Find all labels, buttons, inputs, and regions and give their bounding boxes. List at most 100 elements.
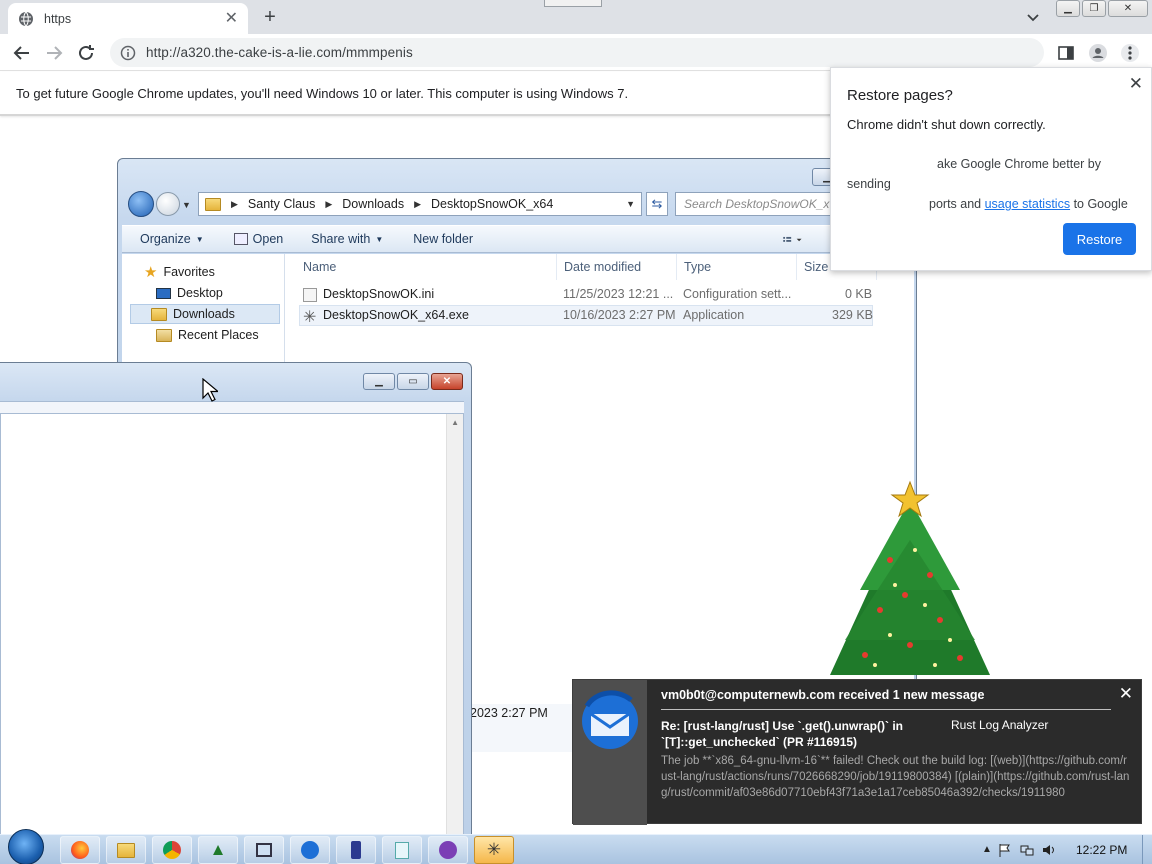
firefox-icon <box>71 841 89 859</box>
show-desktop-button[interactable] <box>1142 835 1152 864</box>
maximize-button[interactable]: ▭ <box>397 373 429 390</box>
restore-pages-dialog: ✕ Restore pages? Chrome didn't shut down… <box>830 67 1152 271</box>
share-with-label: Share with <box>311 232 371 246</box>
taskbar-bottle-app[interactable] <box>336 836 376 864</box>
breadcrumb-item[interactable]: DesktopSnowOK_x64 <box>431 197 553 211</box>
breadcrumb[interactable]: ▶ Santy Claus ▶ Downloads ▶ DesktopSnowO… <box>198 192 642 216</box>
breadcrumb-item[interactable]: Santy Claus <box>248 197 315 211</box>
nav-downloads[interactable]: Downloads <box>130 304 280 324</box>
close-window-button[interactable]: ✕ <box>1108 0 1148 17</box>
nav-label: Downloads <box>173 307 235 321</box>
restore-button[interactable]: ❐ <box>1082 0 1106 17</box>
back-icon[interactable] <box>11 42 33 64</box>
new-folder-button[interactable]: New folder <box>413 232 473 246</box>
address-bar[interactable]: http://a320.the-cake-is-a-lie.com/mmmpen… <box>110 38 1044 67</box>
close-icon[interactable]: ✕ <box>1129 74 1143 94</box>
nav-recent-places[interactable]: Recent Places <box>150 325 265 345</box>
restore-button[interactable]: Restore <box>1063 223 1136 255</box>
action-center-flag-icon[interactable] <box>998 843 1012 857</box>
side-panel-icon[interactable] <box>1056 43 1076 63</box>
nav-label: Recent Places <box>178 328 259 342</box>
minimize-button[interactable]: ▁ <box>1056 0 1080 17</box>
column-label: Date modified <box>564 260 642 274</box>
browser-tab[interactable]: https ✕ <box>8 3 248 34</box>
minimize-button[interactable]: ▁ <box>363 373 395 390</box>
file-date: 11/25/2023 12:21 ... <box>563 287 674 301</box>
vertical-scrollbar[interactable]: ▲ <box>446 414 463 852</box>
taskbar-firefox[interactable] <box>60 836 100 864</box>
taskbar-snow-app[interactable]: ✳ <box>474 836 514 864</box>
column-header-name[interactable]: Name <box>285 254 557 280</box>
organize-button[interactable]: Organize ▼ <box>140 232 204 246</box>
share-with-button[interactable]: Share with ▼ <box>311 232 383 246</box>
refresh-button[interactable]: ⇆ <box>646 192 668 216</box>
table-row[interactable]: ✳ DesktopSnowOK_x64.exe 10/16/2023 2:27 … <box>299 305 873 326</box>
column-header-type[interactable]: Type <box>677 254 797 280</box>
taskbar-chrome[interactable] <box>152 836 192 864</box>
chevron-right-icon: ▶ <box>414 198 422 209</box>
folder-icon <box>205 197 221 211</box>
explorer-address-row: ▼ ▶ Santy Claus ▶ Downloads ▶ DesktopSno… <box>126 190 916 220</box>
dialog-body: ake Google Chrome better by sending port… <box>847 154 1137 214</box>
taskbar-remote-desktop[interactable] <box>244 836 284 864</box>
dialog-subtitle: Chrome didn't shut down correctly. <box>847 117 1046 132</box>
command-bar: Organize▼ Open Share with▼ New folder ? <box>122 225 912 253</box>
taskbar-notepad[interactable] <box>382 836 422 864</box>
chevron-down-icon[interactable]: ▼ <box>626 199 635 209</box>
forward-button[interactable] <box>156 192 180 216</box>
nav-favorites[interactable]: ★ Favorites <box>138 262 221 282</box>
dialog-title: Restore pages? <box>847 87 953 104</box>
new-tab-button[interactable]: + <box>258 6 282 28</box>
start-button[interactable] <box>8 829 44 864</box>
file-type: Application <box>683 308 745 322</box>
volume-icon[interactable] <box>1042 843 1056 857</box>
mail-notification[interactable]: vm0b0t@computernewb.com received 1 new m… <box>572 679 1142 825</box>
scroll-up-icon[interactable]: ▲ <box>451 418 459 427</box>
notepad-icon <box>395 841 409 859</box>
clock[interactable]: 12:22 PM <box>1076 843 1127 857</box>
tab-close-icon[interactable]: ✕ <box>225 10 238 27</box>
divider <box>661 709 1111 710</box>
show-hidden-icons[interactable]: ▲ <box>982 844 992 855</box>
open-button[interactable]: Open <box>233 232 283 246</box>
menu-icon[interactable] <box>1120 43 1140 63</box>
notification-title: vm0b0t@computernewb.com received 1 new m… <box>661 688 985 702</box>
snowflake-icon: ✳ <box>303 309 317 326</box>
file-type: Configuration sett... <box>683 287 792 301</box>
mouse-cursor-icon <box>202 378 218 402</box>
blank-window: ▁ ▭ ✕ ▲ <box>0 362 472 864</box>
forward-icon[interactable] <box>43 42 65 64</box>
chevron-right-icon: ▶ <box>325 198 333 209</box>
file-name: DesktopSnowOK_x64.exe <box>323 308 469 322</box>
back-button[interactable] <box>128 191 154 217</box>
reload-icon[interactable] <box>75 42 97 64</box>
view-options-icon[interactable] <box>782 230 804 250</box>
chevron-right-icon: ▶ <box>231 198 238 209</box>
tab-search-icon[interactable] <box>1024 8 1042 26</box>
taskbar-tree-app[interactable]: ▲ <box>198 836 238 864</box>
taskbar-thunderbird[interactable] <box>290 836 330 864</box>
bottle-app-icon <box>351 841 361 859</box>
new-folder-label: New folder <box>413 232 473 246</box>
close-window-button[interactable]: ✕ <box>431 373 463 390</box>
snow-app-icon: ✳ <box>486 840 502 859</box>
column-header-date[interactable]: Date modified <box>557 254 677 280</box>
usage-statistics-link[interactable]: usage statistics <box>985 197 1070 211</box>
nav-desktop[interactable]: Desktop <box>150 283 229 303</box>
network-icon[interactable] <box>1020 843 1034 857</box>
window-content[interactable]: ▲ <box>0 413 464 853</box>
site-info-icon[interactable] <box>120 45 136 61</box>
taskbar-file-manager[interactable] <box>106 836 146 864</box>
browser-toolbar: http://a320.the-cake-is-a-lie.com/mmmpen… <box>0 34 1152 71</box>
titlebar-handle[interactable] <box>544 0 602 7</box>
close-icon[interactable]: ✕ <box>1119 684 1133 704</box>
breadcrumb-item[interactable]: Downloads <box>342 197 404 211</box>
taskbar-game[interactable] <box>428 836 468 864</box>
file-manager-icon <box>117 842 135 858</box>
table-row[interactable]: DesktopSnowOK.ini 11/25/2023 12:21 ... C… <box>299 284 873 305</box>
chevron-down-icon: ▼ <box>375 234 384 244</box>
tree-app-icon: ▲ <box>209 840 227 859</box>
history-dropdown-icon[interactable]: ▼ <box>182 200 191 210</box>
message-subject: Re: [rust-lang/rust] Use `.get().unwrap(… <box>661 719 903 749</box>
profile-icon[interactable] <box>1088 43 1108 63</box>
